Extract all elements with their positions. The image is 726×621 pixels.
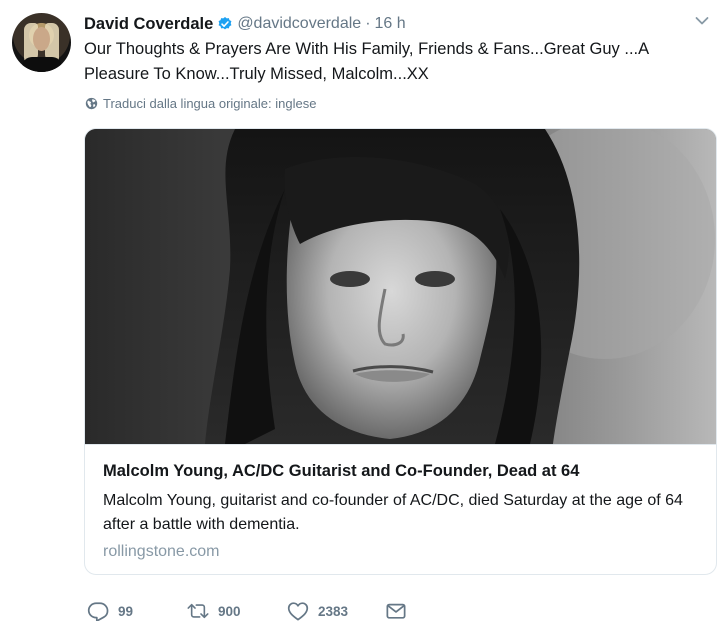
like-button[interactable]: 2383	[287, 600, 348, 621]
link-card[interactable]: Malcolm Young, AC/DC Guitarist and Co-Fo…	[84, 128, 717, 575]
tweet-timestamp[interactable]: 16 h	[375, 15, 406, 33]
chevron-down-icon[interactable]	[695, 16, 709, 26]
globe-icon	[85, 97, 98, 110]
envelope-icon	[386, 603, 406, 619]
verified-badge-icon	[218, 17, 232, 30]
card-description: Malcolm Young, guitarist and co-founder …	[103, 492, 683, 533]
header-separator: ·	[365, 15, 371, 32]
reply-button[interactable]: 99	[87, 600, 133, 621]
author-handle[interactable]: @davidcoverdale	[237, 15, 361, 33]
author-name[interactable]: David Coverdale	[84, 15, 213, 34]
card-image[interactable]	[85, 129, 716, 444]
retweet-count: 900	[218, 603, 241, 619]
heart-icon	[287, 602, 309, 621]
avatar[interactable]	[12, 13, 71, 72]
direct-message-button[interactable]	[385, 600, 407, 621]
like-count: 2383	[318, 603, 349, 619]
reply-count: 99	[118, 603, 134, 619]
tweet: David Coverdale @davidcoverdale · 16 h O…	[0, 0, 726, 621]
translate-label: Traduci dalla lingua originale: inglese	[103, 96, 317, 111]
card-domain[interactable]: rollingstone.com	[103, 543, 220, 561]
card-body: Malcolm Young, AC/DC Guitarist and Co-Fo…	[85, 444, 716, 574]
avatar-body	[22, 57, 62, 72]
translate-link[interactable]: Traduci dalla lingua originale: inglese	[85, 96, 316, 111]
retweet-button[interactable]: 900	[187, 600, 241, 621]
reply-icon	[87, 602, 109, 621]
card-title[interactable]: Malcolm Young, AC/DC Guitarist and Co-Fo…	[103, 462, 579, 481]
tweet-text: Our Thoughts & Prayers Are With His Fami…	[84, 40, 649, 83]
tweet-header: David Coverdale @davidcoverdale · 16 h	[84, 13, 406, 35]
avatar-face	[33, 27, 50, 51]
retweet-icon	[187, 603, 209, 619]
